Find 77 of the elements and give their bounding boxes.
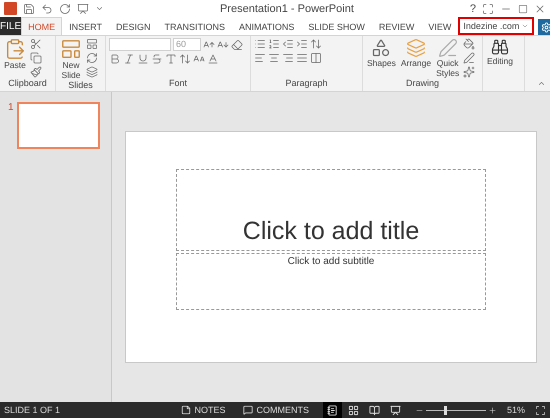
effects-icon[interactable] [463,66,476,78]
fill-icon[interactable] [463,38,476,50]
numbering-icon[interactable] [268,38,280,50]
maximize-icon[interactable] [518,4,528,14]
indent-icon[interactable] [296,38,308,50]
copy-icon[interactable] [30,52,42,64]
ribbon-options-icon[interactable] [482,2,494,14]
italic-icon[interactable] [123,53,135,65]
window-title: Presentation1 - PowerPoint [218,2,355,14]
outline-icon[interactable] [463,52,476,64]
caret-icon[interactable] [521,22,530,30]
account-button[interactable]: Indezine .com [458,17,534,35]
grid-icon [348,404,359,416]
slide-icon[interactable] [60,38,82,60]
align-right-icon[interactable] [282,52,294,64]
strikethrough-icon[interactable] [151,53,163,65]
layout-icon[interactable] [86,38,98,50]
bold-icon[interactable] [109,53,121,65]
zoom-percent[interactable]: 51% [506,405,525,415]
section-icon[interactable] [86,66,98,78]
line-spacing-icon[interactable] [310,38,322,50]
zoom-in-icon[interactable] [488,406,497,414]
app-logo [4,2,17,15]
columns-icon[interactable] [310,52,322,64]
collapse-icon[interactable] [537,79,546,88]
comment-icon [243,405,254,415]
cut-icon[interactable] [30,38,42,50]
align-center-icon[interactable] [268,52,280,64]
quick-styles-button[interactable]: Quick Styles [435,38,460,78]
normal-view-icon [326,404,338,416]
paste-button[interactable]: Paste [3,38,27,78]
help-button[interactable]: ? [470,2,476,14]
underline-icon[interactable] [137,53,149,65]
note-icon [181,405,192,415]
clear-format-icon[interactable] [231,38,243,50]
group-label: Clipboard [7,78,48,90]
clipboard-icon[interactable] [4,38,26,60]
group-label: Paragraph [284,78,329,90]
subtitle-placeholder[interactable]: Click to add subtitle [176,253,486,310]
comments-button[interactable]: COMMENTS [239,402,313,418]
title-placeholder[interactable]: Click to add title [176,169,486,251]
ribbon-tab[interactable]: HOME [21,17,62,35]
editing-button[interactable]: Editing [486,38,514,78]
shrink-font-icon[interactable] [217,38,229,50]
group-label: Font [168,78,188,90]
redo-icon[interactable] [59,2,71,14]
outdent-icon[interactable] [282,38,294,50]
new-slide-button[interactable]: New Slide [59,38,83,80]
save-icon[interactable] [23,2,35,14]
justify-icon[interactable] [296,52,308,64]
font-name-field[interactable] [109,38,171,51]
notes-button[interactable]: NOTES [177,402,230,418]
grow-font-icon[interactable] [203,38,215,50]
settings-icon[interactable] [538,19,550,35]
file-tab[interactable]: FILE [0,17,22,35]
screen-icon [390,404,401,416]
binoculars-icon[interactable] [491,38,509,56]
spacing-icon[interactable] [179,53,191,65]
font-color-icon[interactable] [207,53,219,65]
book-icon [368,404,380,416]
close-icon[interactable] [534,2,546,14]
brush-icon[interactable] [30,66,42,78]
slide-thumbnail[interactable] [16,102,100,149]
slide-info: SLIDE 1 OF 1 [4,405,62,415]
align-left-icon[interactable] [254,52,266,64]
arrange-button[interactable]: Arrange [400,38,432,78]
shapes-icon[interactable] [371,38,392,58]
shapes-button[interactable]: Shapes [366,38,397,78]
customize-icon[interactable] [95,4,104,13]
slide-number: 1 [8,102,14,113]
group-label: Slides [67,80,94,91]
undo-icon[interactable] [41,2,53,14]
slideshow-icon[interactable] [77,2,89,14]
normal-view-button[interactable] [322,402,342,418]
fit-icon[interactable] [535,404,546,416]
reset-icon[interactable] [86,52,98,64]
group-label: Drawing [404,78,440,90]
